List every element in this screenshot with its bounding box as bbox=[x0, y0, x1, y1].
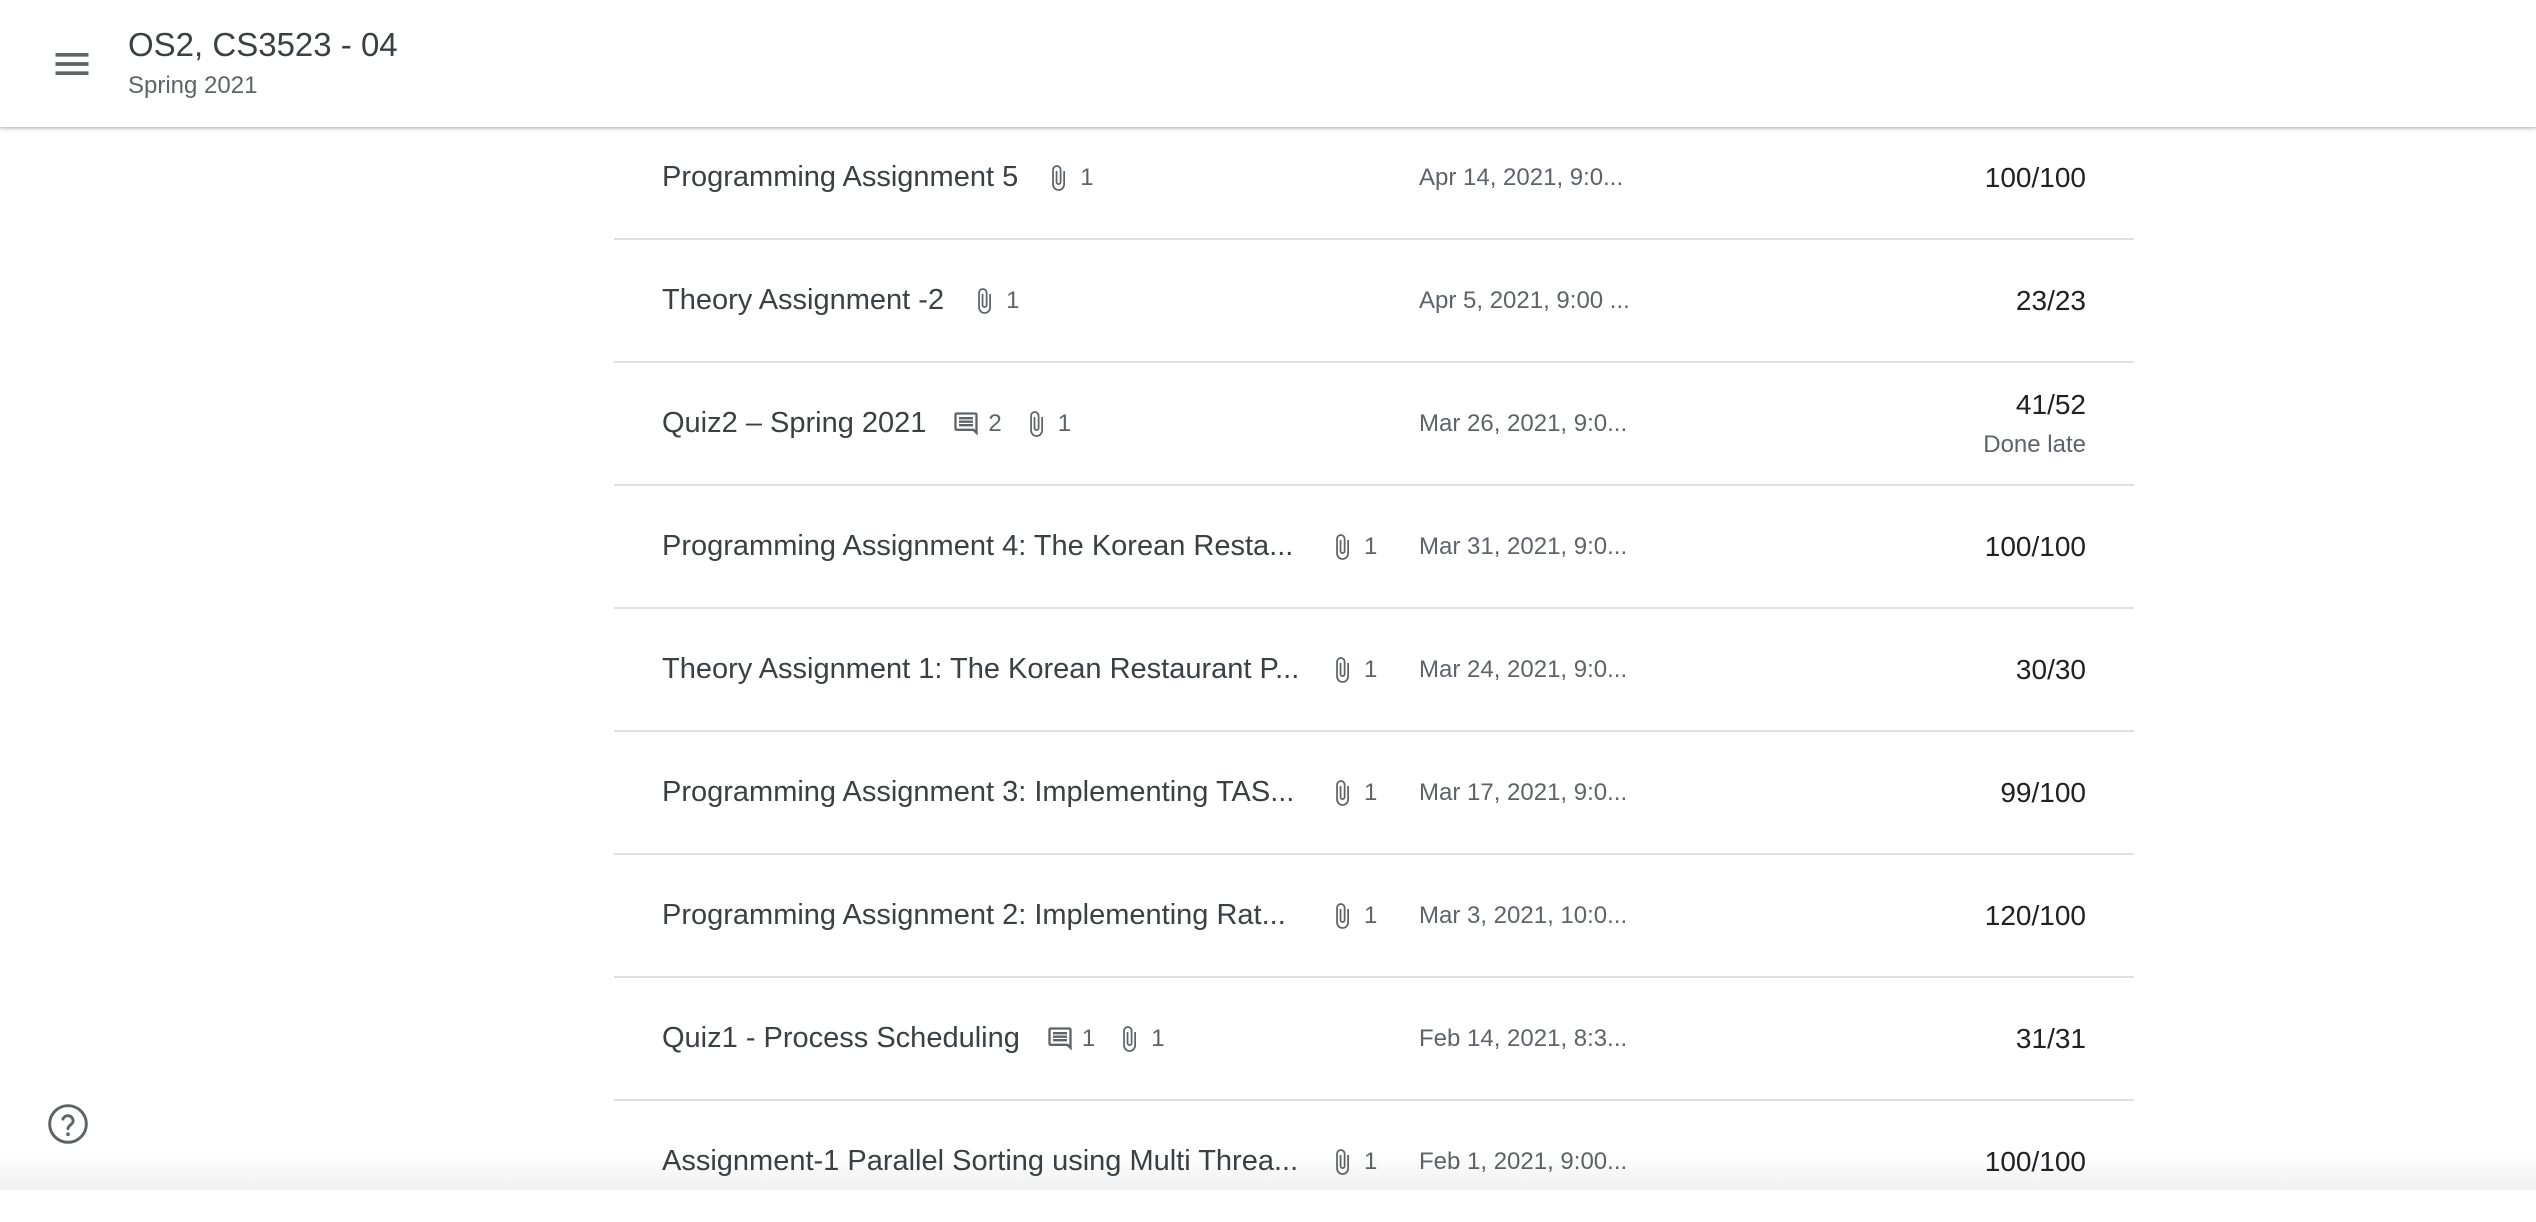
assignment-title: Programming Assignment 2: Implementing R… bbox=[662, 899, 1302, 932]
attachment-count: 1 bbox=[1328, 533, 1377, 561]
attachment-count-value: 1 bbox=[1080, 164, 1093, 192]
paperclip-icon bbox=[1328, 533, 1356, 561]
attachment-count: 1 bbox=[1115, 1025, 1164, 1053]
attachment-count: 1 bbox=[1328, 656, 1377, 684]
status-note: Done late bbox=[1983, 431, 2086, 459]
hamburger-menu-icon bbox=[50, 42, 94, 86]
assignment-row[interactable]: Theory Assignment 1: The Korean Restaura… bbox=[614, 609, 2134, 732]
help-button[interactable] bbox=[44, 1100, 92, 1148]
attachment-count-value: 1 bbox=[1058, 410, 1071, 438]
attachment-count-value: 1 bbox=[1364, 902, 1377, 930]
attachment-count-value: 1 bbox=[1151, 1025, 1164, 1053]
assignment-grade: 120/100 bbox=[1985, 900, 2086, 932]
assignment-row[interactable]: Quiz2 – Spring 2021 2 1 Mar 26, 2021, 9:… bbox=[614, 363, 2134, 486]
assignment-grade: 99/100 bbox=[2000, 777, 2086, 809]
assignment-row[interactable]: Programming Assignment 3: Implementing T… bbox=[614, 732, 2134, 855]
comment-icon bbox=[952, 410, 980, 438]
paperclip-icon bbox=[1115, 1025, 1143, 1053]
assignment-row[interactable]: Programming Assignment 2: Implementing R… bbox=[614, 855, 2134, 978]
top-app-bar: OS2, CS3523 - 04 Spring 2021 bbox=[0, 0, 2536, 127]
assignment-grade: 31/31 bbox=[2016, 1023, 2086, 1055]
attachment-count-value: 1 bbox=[1364, 1148, 1377, 1176]
assignment-grade: 41/52 bbox=[2016, 389, 2086, 421]
paperclip-icon bbox=[1328, 902, 1356, 930]
assignment-title: Programming Assignment 3: Implementing T… bbox=[662, 776, 1302, 809]
assignment-grade: 100/100 bbox=[1985, 1146, 2086, 1178]
assignment-grade: 23/23 bbox=[2016, 285, 2086, 317]
comment-count-value: 2 bbox=[988, 410, 1001, 438]
assignment-row[interactable]: Theory Assignment -2 1 Apr 5, 2021, 9:00… bbox=[614, 240, 2134, 363]
assignment-list: Programming Assignment 5 1 Apr 14, 2021,… bbox=[614, 117, 2134, 1222]
assignment-row[interactable]: Programming Assignment 5 1 Apr 14, 2021,… bbox=[614, 117, 2134, 240]
attachment-count: 1 bbox=[1022, 410, 1071, 438]
assignment-date: Mar 31, 2021, 9:0... bbox=[1419, 486, 1627, 607]
help-circle-icon bbox=[46, 1102, 90, 1146]
attachment-count-value: 1 bbox=[1006, 287, 1019, 315]
comment-count-value: 1 bbox=[1082, 1025, 1095, 1053]
attachment-count: 1 bbox=[1044, 164, 1093, 192]
paperclip-icon bbox=[1328, 1148, 1356, 1176]
assignment-title: Programming Assignment 4: The Korean Res… bbox=[662, 530, 1302, 563]
attachment-count-value: 1 bbox=[1364, 656, 1377, 684]
assignment-title: Programming Assignment 5 bbox=[662, 161, 1018, 194]
main-menu-button[interactable] bbox=[36, 28, 108, 100]
comment-count: 1 bbox=[1046, 1025, 1095, 1053]
comment-count: 2 bbox=[952, 410, 1001, 438]
course-title[interactable]: OS2, CS3523 - 04 bbox=[128, 26, 398, 64]
paperclip-icon bbox=[1328, 656, 1356, 684]
assignment-title: Theory Assignment -2 bbox=[662, 284, 944, 317]
attachment-count: 1 bbox=[1328, 779, 1377, 807]
assignment-row[interactable]: Programming Assignment 4: The Korean Res… bbox=[614, 486, 2134, 609]
assignment-date: Apr 5, 2021, 9:00 ... bbox=[1419, 240, 1630, 361]
assignment-date: Mar 24, 2021, 9:0... bbox=[1419, 609, 1627, 730]
assignment-date: Mar 26, 2021, 9:0... bbox=[1419, 363, 1627, 484]
assignment-title: Assignment-1 Parallel Sorting using Mult… bbox=[662, 1145, 1302, 1178]
assignment-row[interactable]: Assignment-1 Parallel Sorting using Mult… bbox=[614, 1101, 2134, 1222]
assignment-grade: 100/100 bbox=[1985, 531, 2086, 563]
paperclip-icon bbox=[1328, 779, 1356, 807]
attachment-count: 1 bbox=[1328, 902, 1377, 930]
assignment-date: Apr 14, 2021, 9:0... bbox=[1419, 117, 1623, 238]
paperclip-icon bbox=[970, 287, 998, 315]
attachment-count: 1 bbox=[1328, 1148, 1377, 1176]
assignment-grade: 100/100 bbox=[1985, 162, 2086, 194]
assignment-title: Theory Assignment 1: The Korean Restaura… bbox=[662, 653, 1302, 686]
assignment-title: Quiz1 - Process Scheduling bbox=[662, 1022, 1020, 1055]
attachment-count-value: 1 bbox=[1364, 533, 1377, 561]
assignment-date: Feb 1, 2021, 9:00... bbox=[1419, 1101, 1627, 1222]
assignment-date: Feb 14, 2021, 8:3... bbox=[1419, 978, 1627, 1099]
attachment-count: 1 bbox=[970, 287, 1019, 315]
assignment-date: Mar 3, 2021, 10:0... bbox=[1419, 855, 1627, 976]
attachment-count-value: 1 bbox=[1364, 779, 1377, 807]
assignment-row[interactable]: Quiz1 - Process Scheduling 1 1 Feb 14, 2… bbox=[614, 978, 2134, 1101]
paperclip-icon bbox=[1044, 164, 1072, 192]
comment-icon bbox=[1046, 1025, 1074, 1053]
paperclip-icon bbox=[1022, 410, 1050, 438]
course-subtitle: Spring 2021 bbox=[128, 72, 257, 100]
assignment-title: Quiz2 – Spring 2021 bbox=[662, 407, 926, 440]
assignment-date: Mar 17, 2021, 9:0... bbox=[1419, 732, 1627, 853]
assignment-grade: 30/30 bbox=[2016, 654, 2086, 686]
